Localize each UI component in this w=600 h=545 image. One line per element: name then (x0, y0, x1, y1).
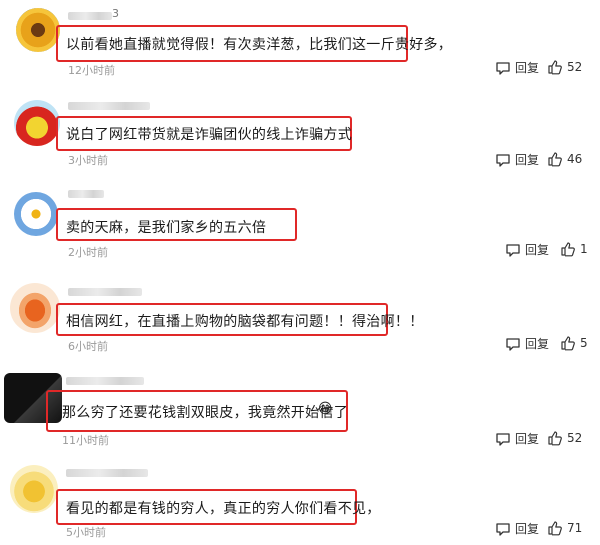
avatar[interactable] (10, 283, 60, 333)
like-count: 71 (567, 521, 583, 535)
username-suffix: 3 (112, 7, 119, 20)
username[interactable] (66, 469, 148, 477)
reply-label: 回复 (515, 522, 540, 536)
avatar[interactable] (14, 100, 60, 146)
like-button[interactable]: 1 (560, 241, 588, 257)
comment-icon (496, 432, 510, 446)
avatar[interactable] (16, 8, 60, 52)
avatar[interactable] (14, 192, 58, 236)
comment-item: 相信网红，在直播上购物的脑袋都有问题！！得治啊！！ 6小时前 回复 5 (0, 275, 600, 365)
comment-text: 卖的天麻，是我们家乡的五六倍 (66, 220, 267, 236)
emoji: 😂 (317, 401, 334, 417)
username[interactable] (68, 102, 150, 110)
comment-item: 说白了网红带货就是诈骗团伙的线上诈骗方式 3小时前 回复 46 (0, 90, 600, 180)
like-count: 46 (567, 152, 583, 166)
comment-icon (506, 243, 520, 257)
thumbs-up-icon (561, 242, 575, 257)
comment-item: 看见的都是有钱的穷人，真正的穷人你们看不见， 5小时前 回复 71 (0, 457, 600, 545)
reply-label: 回复 (515, 153, 540, 167)
comment-text: 看见的都是有钱的穷人，真正的穷人你们看不见， (66, 501, 381, 517)
comment-time: 3小时前 (68, 154, 108, 167)
like-button[interactable]: 71 (547, 520, 582, 536)
reply-button[interactable]: 回复 (495, 520, 539, 537)
comment-time: 2小时前 (68, 246, 108, 259)
like-button[interactable]: 52 (547, 430, 582, 446)
comment-icon (496, 61, 510, 75)
reply-label: 回复 (525, 337, 550, 351)
reply-label: 回复 (515, 61, 540, 75)
like-button[interactable]: 52 (547, 59, 582, 75)
thumbs-up-icon (548, 431, 562, 446)
like-count: 52 (567, 60, 583, 74)
comment-text: 相信网红，在直播上购物的脑袋都有问题！！得治啊！！ (66, 314, 424, 330)
thumbs-up-icon (548, 152, 562, 167)
like-button[interactable]: 46 (547, 151, 582, 167)
username[interactable] (68, 190, 104, 198)
comment-time: 12小时前 (68, 64, 115, 77)
thumbs-up-icon (548, 521, 562, 536)
thumbs-up-icon (561, 336, 575, 351)
reply-button[interactable]: 回复 (495, 59, 539, 76)
reply-label: 回复 (525, 243, 550, 257)
username[interactable] (66, 377, 144, 385)
comment-time: 6小时前 (68, 340, 108, 353)
comment-time: 5小时前 (66, 526, 106, 539)
like-count: 5 (580, 336, 588, 350)
comment-item: 3 以前看她直播就觉得假！有次卖洋葱，比我们这一斤贵好多， 12小时前 回复 5… (0, 0, 600, 90)
like-count: 52 (567, 431, 583, 445)
avatar[interactable] (10, 465, 58, 513)
reply-button[interactable]: 回复 (495, 151, 539, 168)
comment-icon (496, 153, 510, 167)
comment-icon (506, 337, 520, 351)
username[interactable] (68, 288, 142, 296)
comment-item: 卖的天麻，是我们家乡的五六倍 2小时前 回复 1 (0, 180, 600, 275)
comment-text: 以前看她直播就觉得假！有次卖洋葱，比我们这一斤贵好多， (66, 37, 453, 53)
reply-button[interactable]: 回复 (505, 335, 549, 352)
reply-button[interactable]: 回复 (495, 430, 539, 447)
comment-text: 那么穷了还要花钱割双眼皮，我竟然开始信了 (62, 405, 348, 421)
comment-time: 11小时前 (62, 434, 109, 447)
comment-icon (496, 522, 510, 536)
comment-item: 那么穷了还要花钱割双眼皮，我竟然开始信了 😂 11小时前 回复 52 (0, 365, 600, 457)
username[interactable] (68, 12, 112, 20)
comment-text: 说白了网红带货就是诈骗团伙的线上诈骗方式 (66, 127, 352, 143)
like-count: 1 (580, 242, 588, 256)
thumbs-up-icon (548, 60, 562, 75)
reply-button[interactable]: 回复 (505, 241, 549, 258)
like-button[interactable]: 5 (560, 335, 588, 351)
reply-label: 回复 (515, 432, 540, 446)
